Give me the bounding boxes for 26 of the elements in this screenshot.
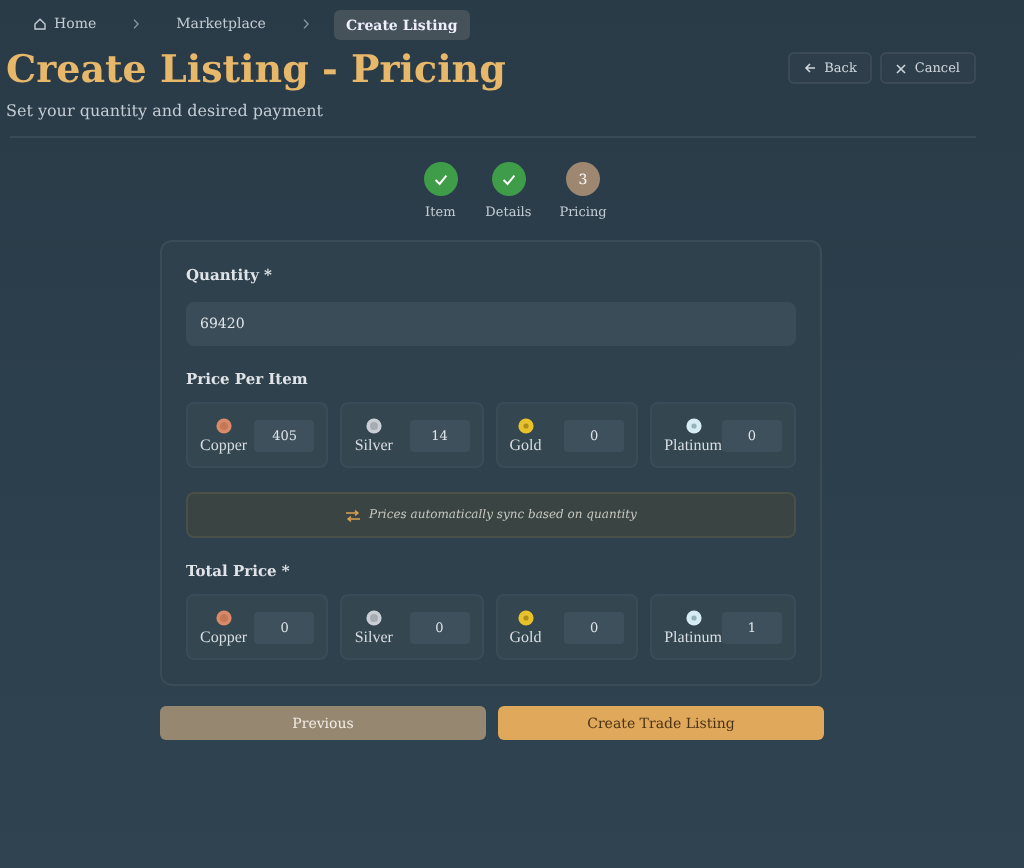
coin-icon bbox=[215, 609, 232, 625]
chevron-icon bbox=[301, 18, 310, 30]
coin-label: Gold bbox=[509, 627, 542, 645]
coin-label: Silver bbox=[354, 435, 393, 453]
coin-icon bbox=[517, 417, 534, 433]
chevron-icon bbox=[132, 18, 141, 30]
coin-label: Platinum bbox=[664, 627, 722, 645]
page-subtitle: Set your quantity and desired payment bbox=[6, 102, 325, 120]
coin-icon bbox=[517, 609, 534, 625]
coin-icon bbox=[365, 417, 382, 433]
coin-icon bbox=[685, 609, 702, 625]
close-icon bbox=[896, 63, 907, 73]
check-icon bbox=[433, 173, 448, 185]
coin-icon bbox=[215, 417, 232, 433]
arrow-left-icon bbox=[804, 62, 817, 74]
coin-icon bbox=[365, 609, 382, 625]
coin-icon bbox=[685, 417, 702, 433]
swap-icon bbox=[345, 509, 360, 521]
coin-label: Copper bbox=[200, 627, 248, 645]
home-icon bbox=[34, 18, 46, 30]
coin-label: Platinum bbox=[664, 435, 722, 453]
page-title: Create Listing - Pricing bbox=[6, 48, 506, 92]
check-icon bbox=[501, 173, 516, 185]
coin-label: Silver bbox=[354, 627, 393, 645]
coin-label: Copper bbox=[200, 435, 248, 453]
coin-label: Gold bbox=[509, 435, 542, 453]
